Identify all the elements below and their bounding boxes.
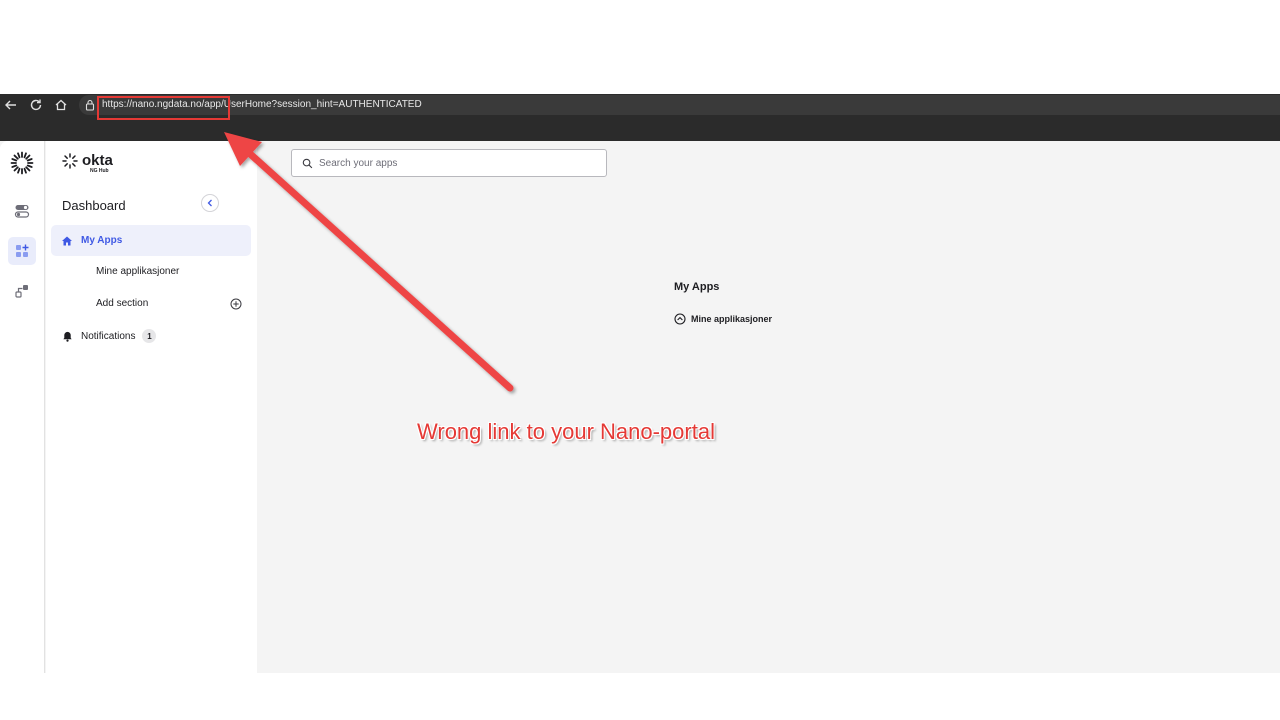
lock-icon (85, 99, 95, 111)
sidebar-item-my-apps[interactable]: My Apps (51, 225, 251, 256)
reload-icon (30, 99, 42, 111)
annotation-label: Wrong link to your Nano-portal (417, 419, 715, 444)
rail-integrations[interactable] (8, 277, 36, 305)
dashboard-title: Dashboard (62, 198, 126, 213)
sidebar: okta NG Hub Dashboard My Apps Mine appli… (46, 141, 257, 673)
page-title: My Apps (674, 281, 720, 293)
sidebar-item-notifications[interactable]: Notifications 1 (62, 329, 157, 343)
rail-toggle[interactable] (8, 197, 36, 225)
sidebar-item-label: Notifications (81, 330, 136, 342)
chevron-left-icon (207, 199, 212, 207)
apps-grid-icon (16, 244, 29, 257)
okta-sunburst-icon (10, 151, 34, 175)
bell-icon (63, 331, 72, 342)
home-button[interactable] (53, 97, 69, 113)
screenshot-stage: https://nano.ngdata.no/app/UserHome?sess… (0, 0, 1280, 720)
search-input[interactable] (319, 157, 599, 169)
search-box[interactable] (291, 149, 607, 177)
notifications-count-badge: 1 (142, 329, 157, 343)
sidebar-item-add-section[interactable]: Add section (96, 298, 148, 309)
sidebar-item-label: My Apps (81, 235, 123, 246)
brand-name: okta (82, 152, 113, 169)
brand-subtitle: NG Hub (90, 168, 109, 174)
rail-okta-home[interactable] (8, 149, 36, 177)
okta-logo[interactable]: okta (62, 153, 113, 169)
left-rail (0, 141, 45, 673)
search-icon (302, 158, 313, 168)
integration-icon (15, 285, 28, 298)
reload-button[interactable] (28, 97, 44, 113)
okta-dashboard: okta NG Hub Dashboard My Apps Mine appli… (0, 141, 1280, 673)
section-label: Mine applikasjoner (691, 314, 773, 324)
url-highlight-box (97, 96, 230, 120)
chevron-up-circle-icon (674, 313, 686, 325)
add-circle-icon[interactable] (230, 298, 242, 310)
sidebar-item-mine-applikasjoner[interactable]: Mine applikasjoner (96, 266, 179, 277)
back-button[interactable] (3, 97, 19, 113)
home-icon (55, 99, 67, 111)
back-arrow-icon (5, 100, 16, 110)
collapse-sidebar-button[interactable] (201, 194, 219, 212)
section-toggle-mine-applikasjoner[interactable]: Mine applikasjoner (674, 313, 772, 325)
toggle-icon (14, 205, 30, 218)
okta-sunburst-icon (62, 153, 78, 169)
rail-apps[interactable] (8, 237, 36, 265)
home-icon (62, 236, 72, 245)
